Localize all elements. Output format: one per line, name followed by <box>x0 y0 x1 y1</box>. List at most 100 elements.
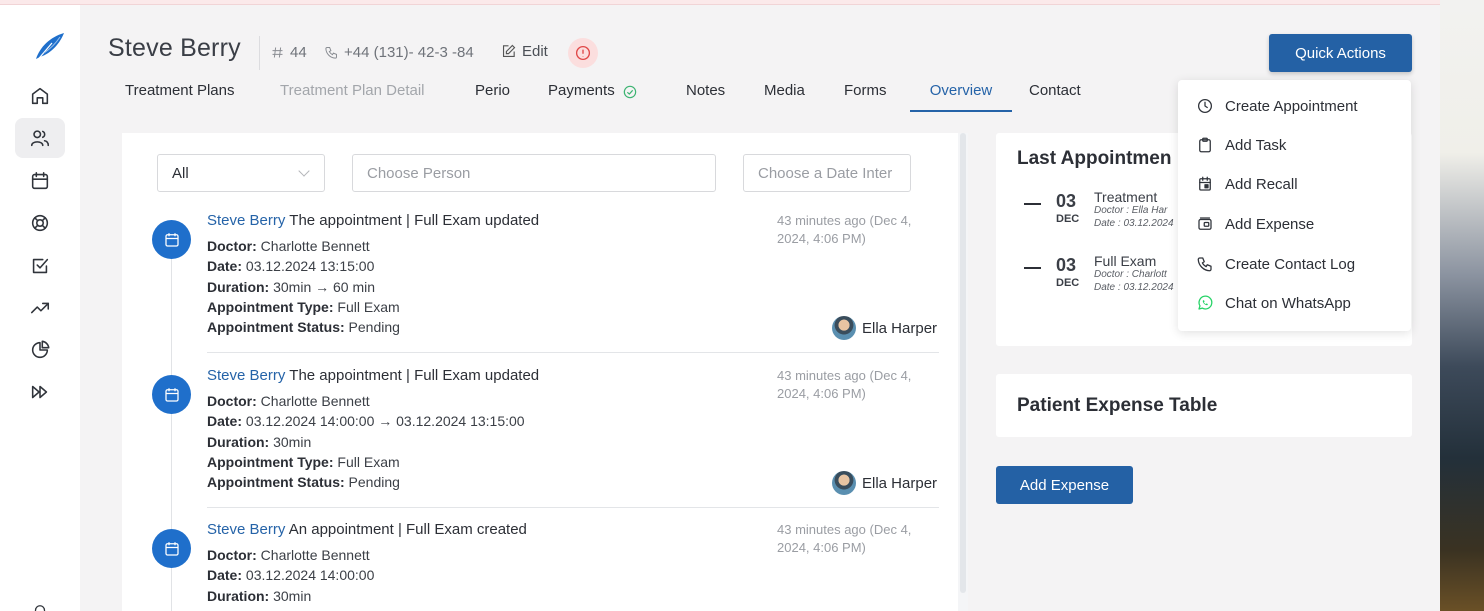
calendar-icon <box>31 171 49 190</box>
phone-icon <box>1197 257 1212 272</box>
tab-forms[interactable]: Forms <box>844 82 887 112</box>
date-filter-placeholder: Choose a Date Inter <box>758 164 893 182</box>
users-icon <box>30 130 50 147</box>
entry-detail: Date: 03.12.2024 13:15:00 <box>207 258 375 274</box>
entry-divider <box>207 352 939 353</box>
entry-person-link[interactable]: Steve Berry <box>207 212 285 229</box>
expense-table-title: Patient Expense Table <box>1017 395 1218 416</box>
top-border <box>0 0 1440 5</box>
entry-title: Steve Berry An appointment | Full Exam c… <box>207 521 527 538</box>
scrollbar-thumb[interactable] <box>960 133 966 593</box>
tab-payments[interactable]: Payments <box>548 82 638 112</box>
entry-detail: Duration: 30min → 60 min <box>207 279 376 295</box>
entry-timestamp: 43 minutes ago (Dec 4, 2024, 4:06 PM) <box>777 213 912 246</box>
sidebar <box>0 5 80 611</box>
edit-label: Edit <box>522 43 548 60</box>
menu-item-create-contact-log[interactable]: Create Contact Log <box>1196 252 1355 276</box>
trending-up-icon <box>30 302 50 314</box>
pie-chart-icon <box>31 340 50 359</box>
tab-media[interactable]: Media <box>764 82 805 112</box>
patient-phone[interactable]: +44 (131)- 42-3 -84 <box>324 44 474 61</box>
nav-home[interactable] <box>15 76 65 116</box>
entry-title: Steve Berry The appointment | Full Exam … <box>207 367 539 384</box>
menu-item-add-task[interactable]: Add Task <box>1196 133 1286 157</box>
timeline-calendar-icon <box>152 220 191 259</box>
quick-actions-button[interactable]: Quick Actions <box>1269 34 1412 72</box>
menu-item-add-recall[interactable]: Add Recall <box>1196 172 1298 196</box>
avatar <box>832 471 856 495</box>
feather-logo-icon <box>34 33 64 64</box>
nav-support[interactable] <box>15 203 65 243</box>
nav-forward[interactable] <box>15 372 65 412</box>
patient-id: 44 <box>270 44 307 61</box>
quick-actions-menu: Create Appointment Add Task Add Recall A… <box>1178 80 1411 331</box>
checkbox-icon <box>32 258 49 274</box>
header-divider <box>259 36 260 70</box>
menu-item-chat-whatsapp[interactable]: Chat on WhatsApp <box>1196 291 1351 315</box>
tab-treatment-plan-detail[interactable]: Treatment Plan Detail <box>280 82 425 112</box>
nav-reports[interactable] <box>15 330 65 370</box>
entry-detail: Doctor: Charlotte Bennett <box>207 393 370 409</box>
type-filter-select[interactable]: All <box>157 154 325 192</box>
entry-detail: Duration: 30min <box>207 434 312 450</box>
hash-icon <box>272 47 283 58</box>
menu-item-create-appointment[interactable]: Create Appointment <box>1196 94 1358 118</box>
whatsapp-icon <box>1198 295 1213 310</box>
entry-detail: Date: 03.12.2024 14:00:00 <box>207 567 375 583</box>
edit-icon <box>502 44 516 58</box>
appointment-date: Date : 03.12.2024 <box>1094 218 1174 229</box>
last-appointments-title: Last Appointmen <box>1017 148 1172 169</box>
nav-analytics[interactable] <box>15 288 65 328</box>
entry-person-link[interactable]: Steve Berry <box>207 521 285 538</box>
entry-author-name: Ella Harper <box>862 319 938 337</box>
patient-name: Steve Berry <box>108 34 241 62</box>
add-expense-button[interactable]: Add Expense <box>996 466 1133 504</box>
home-icon <box>31 87 49 105</box>
date-filter-input[interactable]: Choose a Date Inter <box>743 154 911 192</box>
edit-button[interactable]: Edit <box>500 43 548 60</box>
appointment-item[interactable]: 03 DEC Treatment Doctor : Ella Har Date … <box>1024 189 1184 231</box>
entry-person-link[interactable]: Steve Berry <box>207 367 285 384</box>
tab-treatment-plans[interactable]: Treatment Plans <box>125 82 235 112</box>
appointment-month: DEC <box>1056 277 1080 289</box>
type-filter-value: All <box>172 164 189 182</box>
bell-icon[interactable] <box>31 602 49 611</box>
tab-overview[interactable]: Overview <box>910 82 1012 112</box>
timeline-calendar-icon <box>152 375 191 414</box>
alert-circle-icon <box>575 45 591 61</box>
menu-item-add-expense[interactable]: Add Expense <box>1196 212 1314 236</box>
entry-detail: Appointment Type: Full Exam <box>207 299 400 315</box>
clock-icon <box>1197 98 1213 114</box>
wallet-icon <box>1198 217 1212 230</box>
tab-notes[interactable]: Notes <box>686 82 725 112</box>
entry-divider <box>207 507 939 508</box>
entry-author-name: Ella Harper <box>862 474 938 492</box>
appointment-doctor: Doctor : Ella Har <box>1094 205 1168 216</box>
entry-author: Ella Harper <box>832 471 937 495</box>
lifebuoy-icon <box>31 214 49 232</box>
appointment-name: Treatment <box>1094 189 1158 205</box>
entry-author: Ella Harper <box>832 316 937 340</box>
nav-calendar[interactable] <box>15 161 65 201</box>
entry-detail: Appointment Type: Full Exam <box>207 454 400 470</box>
tab-perio[interactable]: Perio <box>475 82 510 112</box>
clipboard-icon <box>1199 137 1211 153</box>
entry-detail: Duration: 30min <box>207 588 312 604</box>
entry-detail: Doctor: Charlotte Bennett <box>207 547 370 563</box>
entry-timestamp: 43 minutes ago (Dec 4, 2024, 4:06 PM) <box>777 368 912 401</box>
appointment-item[interactable]: 03 DEC Full Exam Doctor : Charlott Date … <box>1024 253 1184 295</box>
feed-scrollbar[interactable] <box>958 133 968 611</box>
entry-detail: Date: 03.12.2024 14:00:00 → 03.12.2024 1… <box>207 413 525 429</box>
person-filter-input[interactable]: Choose Person <box>352 154 716 192</box>
timeline-calendar-icon <box>152 529 191 568</box>
entry-action: The appointment | Full Exam updated <box>289 212 540 229</box>
alert-button[interactable] <box>568 38 598 68</box>
nav-patients[interactable] <box>15 118 65 158</box>
entry-action: The appointment | Full Exam updated <box>289 367 540 384</box>
chevron-down-icon <box>298 165 310 177</box>
nav-tasks[interactable] <box>15 246 65 286</box>
entry-title: Steve Berry The appointment | Full Exam … <box>207 212 539 229</box>
tab-contact[interactable]: Contact <box>1029 82 1081 112</box>
calendar-icon <box>1199 176 1211 191</box>
patient-phone-value: +44 (131)- 42-3 -84 <box>344 44 474 61</box>
